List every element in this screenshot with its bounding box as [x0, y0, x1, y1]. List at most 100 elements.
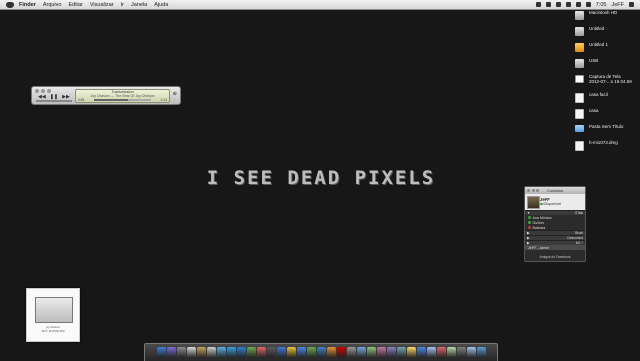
- dock-app-icon[interactable]: [296, 347, 306, 358]
- desktop-icon[interactable]: h-mi1073.dmg: [575, 140, 637, 154]
- close-button[interactable]: [35, 89, 39, 93]
- battery-icon[interactable]: [585, 2, 591, 7]
- dock-app-icon[interactable]: [326, 347, 336, 358]
- window-traffic-lights: [527, 188, 539, 192]
- dock-app-icon[interactable]: [396, 347, 406, 358]
- menu-bar: Finder Arquivo Editar Visualizar Ir Jane…: [0, 0, 640, 10]
- document-icon: [575, 93, 584, 103]
- my-status: JeFF Disponível: [525, 194, 585, 210]
- group-label: Bruni: [575, 231, 583, 235]
- dock-app-icon[interactable]: [346, 347, 356, 358]
- desktop-icon-label: Untitled: [589, 26, 605, 31]
- dock-app-icon[interactable]: [166, 347, 176, 358]
- hard-drive-icon: [575, 59, 584, 68]
- zoom-button[interactable]: [47, 89, 51, 93]
- desktop-icon[interactable]: Untitled 1: [575, 42, 637, 56]
- avatar[interactable]: [527, 196, 540, 209]
- menu-user[interactable]: JeFF: [611, 2, 624, 8]
- dock-app-icon[interactable]: [176, 347, 186, 358]
- dock-app-icon[interactable]: [316, 347, 326, 358]
- volume-slider[interactable]: [36, 100, 72, 102]
- dock-app-icon[interactable]: [366, 347, 376, 358]
- apple-menu-icon[interactable]: [6, 1, 14, 8]
- group-list: ▶ Bruni ▶ Desconect ▶ MJ +: [525, 230, 585, 245]
- dock-app-icon[interactable]: [276, 347, 286, 358]
- status-icon-1[interactable]: [535, 2, 541, 7]
- desktop-icon[interactable]: Untitled: [575, 26, 637, 40]
- desktop-icon[interactable]: Macintosh HD: [575, 10, 637, 24]
- minimize-button[interactable]: [531, 188, 535, 192]
- dock-app-icon[interactable]: [196, 347, 206, 358]
- menu-editar[interactable]: Editar: [68, 2, 82, 8]
- presence-dot-icon: [528, 221, 531, 224]
- desktop-icon[interactable]: USB: [575, 58, 637, 72]
- dock-app-icon[interactable]: [246, 347, 256, 358]
- menu-clock[interactable]: 7:05: [596, 2, 607, 8]
- disk-image-icon: [575, 141, 584, 151]
- menu-arquivo[interactable]: Arquivo: [43, 2, 62, 8]
- contact-name: Barbara: [532, 225, 546, 230]
- menu-ir[interactable]: Ir: [121, 2, 124, 8]
- desktop-icon[interactable]: Captura de Tela 2012-07-...s 19.04.59: [575, 74, 637, 90]
- dock-app-icon[interactable]: [256, 347, 266, 358]
- zoom-button[interactable]: [536, 188, 539, 192]
- dock-app-icon[interactable]: [476, 347, 486, 358]
- status-icon-2[interactable]: [545, 2, 551, 7]
- menu-janela[interactable]: Janela: [131, 2, 147, 8]
- status-label: Disponível: [543, 202, 562, 206]
- dock-app-icon[interactable]: [286, 347, 296, 358]
- desktop-icons: Macintosh HD Untitled Untitled 1 USB Captura…: [575, 10, 637, 156]
- dock-app-icon[interactable]: [376, 347, 386, 358]
- status-selector[interactable]: Disponível: [540, 202, 561, 206]
- menu-visualizar[interactable]: Visualizar: [90, 2, 114, 8]
- dock-app-icon[interactable]: [466, 347, 476, 358]
- wifi-icon[interactable]: [565, 2, 571, 7]
- dock-app-icon[interactable]: [406, 347, 416, 358]
- spotlight-icon[interactable]: [629, 2, 634, 7]
- progress-bar[interactable]: [94, 99, 151, 101]
- folder-icon: [575, 125, 584, 132]
- dock-app-icon[interactable]: [436, 347, 446, 358]
- dock-app-icon[interactable]: [226, 347, 236, 358]
- dock-app-icon[interactable]: [386, 347, 396, 358]
- mini-itunes-player: ◀◀ ❚❚ ▶▶ Transmission Joy Division — The…: [31, 86, 181, 105]
- minimize-button[interactable]: [41, 89, 45, 93]
- dock: [144, 343, 498, 361]
- disclosure-icon: ▶: [527, 231, 530, 235]
- desktop-icon-label: Captura de Tela 2012-07-...s 19.04.59: [589, 74, 632, 85]
- disclosure-icon: ▼: [527, 211, 531, 215]
- desktop-icon[interactable]: casa: [575, 108, 637, 122]
- dock-app-icon[interactable]: [206, 347, 216, 358]
- dock-app-icon[interactable]: [266, 347, 276, 358]
- dock-app-icon[interactable]: [416, 347, 426, 358]
- dock-app-icon[interactable]: [186, 347, 196, 358]
- presence-dot-icon: [528, 216, 531, 219]
- facebook-group[interactable]: Amigos do Facebook: [525, 255, 585, 259]
- desktop-icon-label: USB: [589, 58, 599, 63]
- dock-app-icon[interactable]: [356, 347, 366, 358]
- contact-name: Ana Mônica: [532, 215, 552, 220]
- dock-app-icon[interactable]: [156, 347, 166, 358]
- dock-app-icon[interactable]: [426, 347, 436, 358]
- disclosure-icon: ▶: [527, 241, 530, 245]
- dock-app-icon[interactable]: [236, 347, 246, 358]
- dock-app-icon[interactable]: [456, 347, 466, 358]
- menu-ajuda[interactable]: Ajuda: [154, 2, 168, 8]
- volume-icon[interactable]: [575, 2, 581, 7]
- close-button[interactable]: [527, 188, 530, 192]
- dock-app-icon[interactable]: [306, 347, 316, 358]
- expand-icon[interactable]: ⊕: [173, 91, 177, 97]
- presence-dot-icon: [528, 226, 531, 229]
- menu-finder[interactable]: Finder: [19, 2, 36, 8]
- dock-app-icon[interactable]: [336, 347, 346, 358]
- selected-contact[interactable]: JeFF - Jamie: [525, 245, 585, 250]
- dock-app-icon[interactable]: [216, 347, 226, 358]
- window-traffic-lights: [35, 89, 51, 93]
- desktop-icon[interactable]: Pasta Sem Título: [575, 124, 637, 138]
- status-icon-3[interactable]: [555, 2, 561, 7]
- desktop-icon[interactable]: casa facil: [575, 92, 637, 106]
- hard-drive-icon: [575, 27, 584, 36]
- desktop-icon-label: Pasta Sem Título: [589, 124, 624, 129]
- dock-app-icon[interactable]: [446, 347, 456, 358]
- album-artwork[interactable]: joy division JOY DIVISION: [26, 288, 80, 342]
